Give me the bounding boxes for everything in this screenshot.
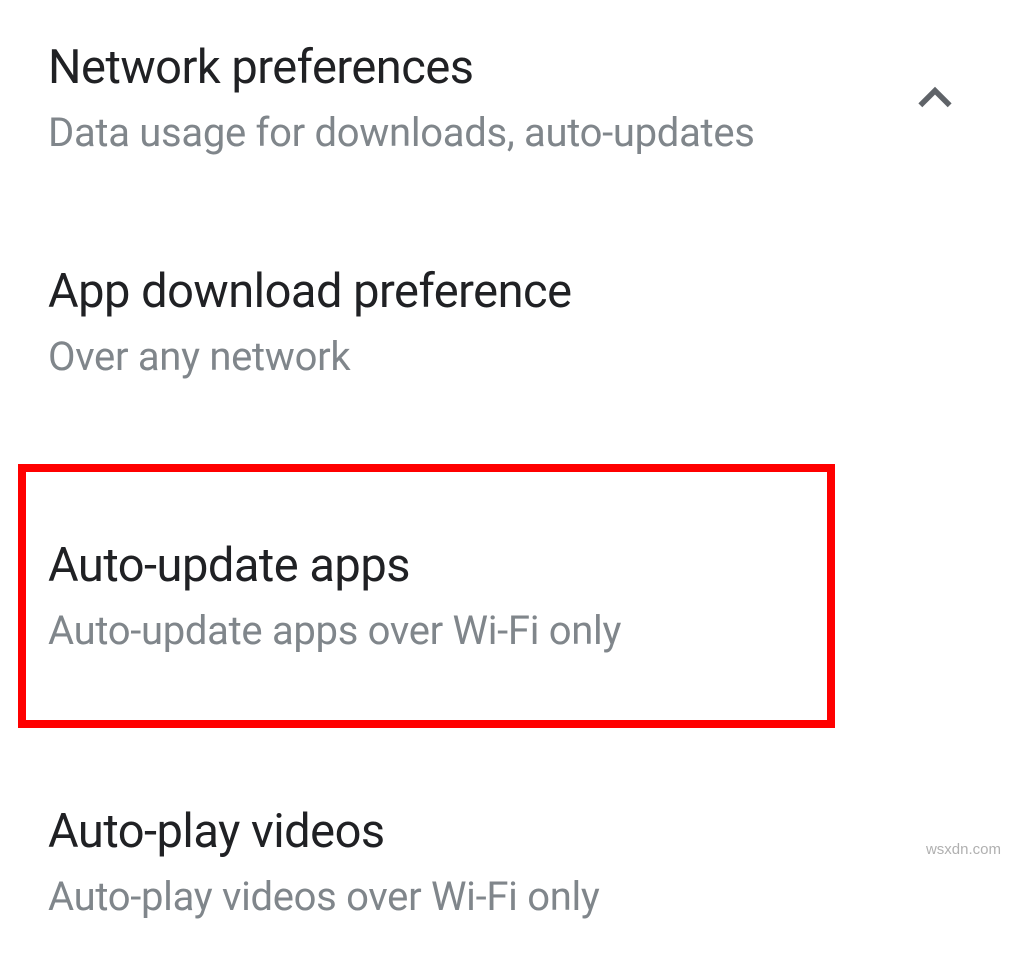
setting-value: Over any network <box>48 333 965 380</box>
setting-value: Auto-play videos over Wi-Fi only <box>48 873 965 920</box>
setting-title: Auto-play videos <box>48 804 965 859</box>
setting-title: App download preference <box>48 264 965 319</box>
setting-title: Auto-update apps <box>48 538 805 593</box>
network-preferences-header[interactable]: Network preferences Data usage for downl… <box>48 40 965 216</box>
section-header-text: Network preferences Data usage for downl… <box>48 40 913 156</box>
app-download-preference-item[interactable]: App download preference Over any network <box>48 216 965 428</box>
section-subtitle: Data usage for downloads, auto-updates <box>48 109 913 156</box>
section-title: Network preferences <box>48 40 913 95</box>
setting-value: Auto-update apps over Wi-Fi only <box>48 607 805 654</box>
collapse-toggle[interactable] <box>913 40 965 124</box>
chevron-up-icon <box>913 76 957 120</box>
watermark: wsxdn.com <box>926 841 1001 858</box>
auto-update-apps-item[interactable]: Auto-update apps Auto-update apps over W… <box>18 464 835 728</box>
auto-play-videos-item[interactable]: Auto-play videos Auto-play videos over W… <box>48 756 965 968</box>
settings-container: Network preferences Data usage for downl… <box>0 0 1013 968</box>
